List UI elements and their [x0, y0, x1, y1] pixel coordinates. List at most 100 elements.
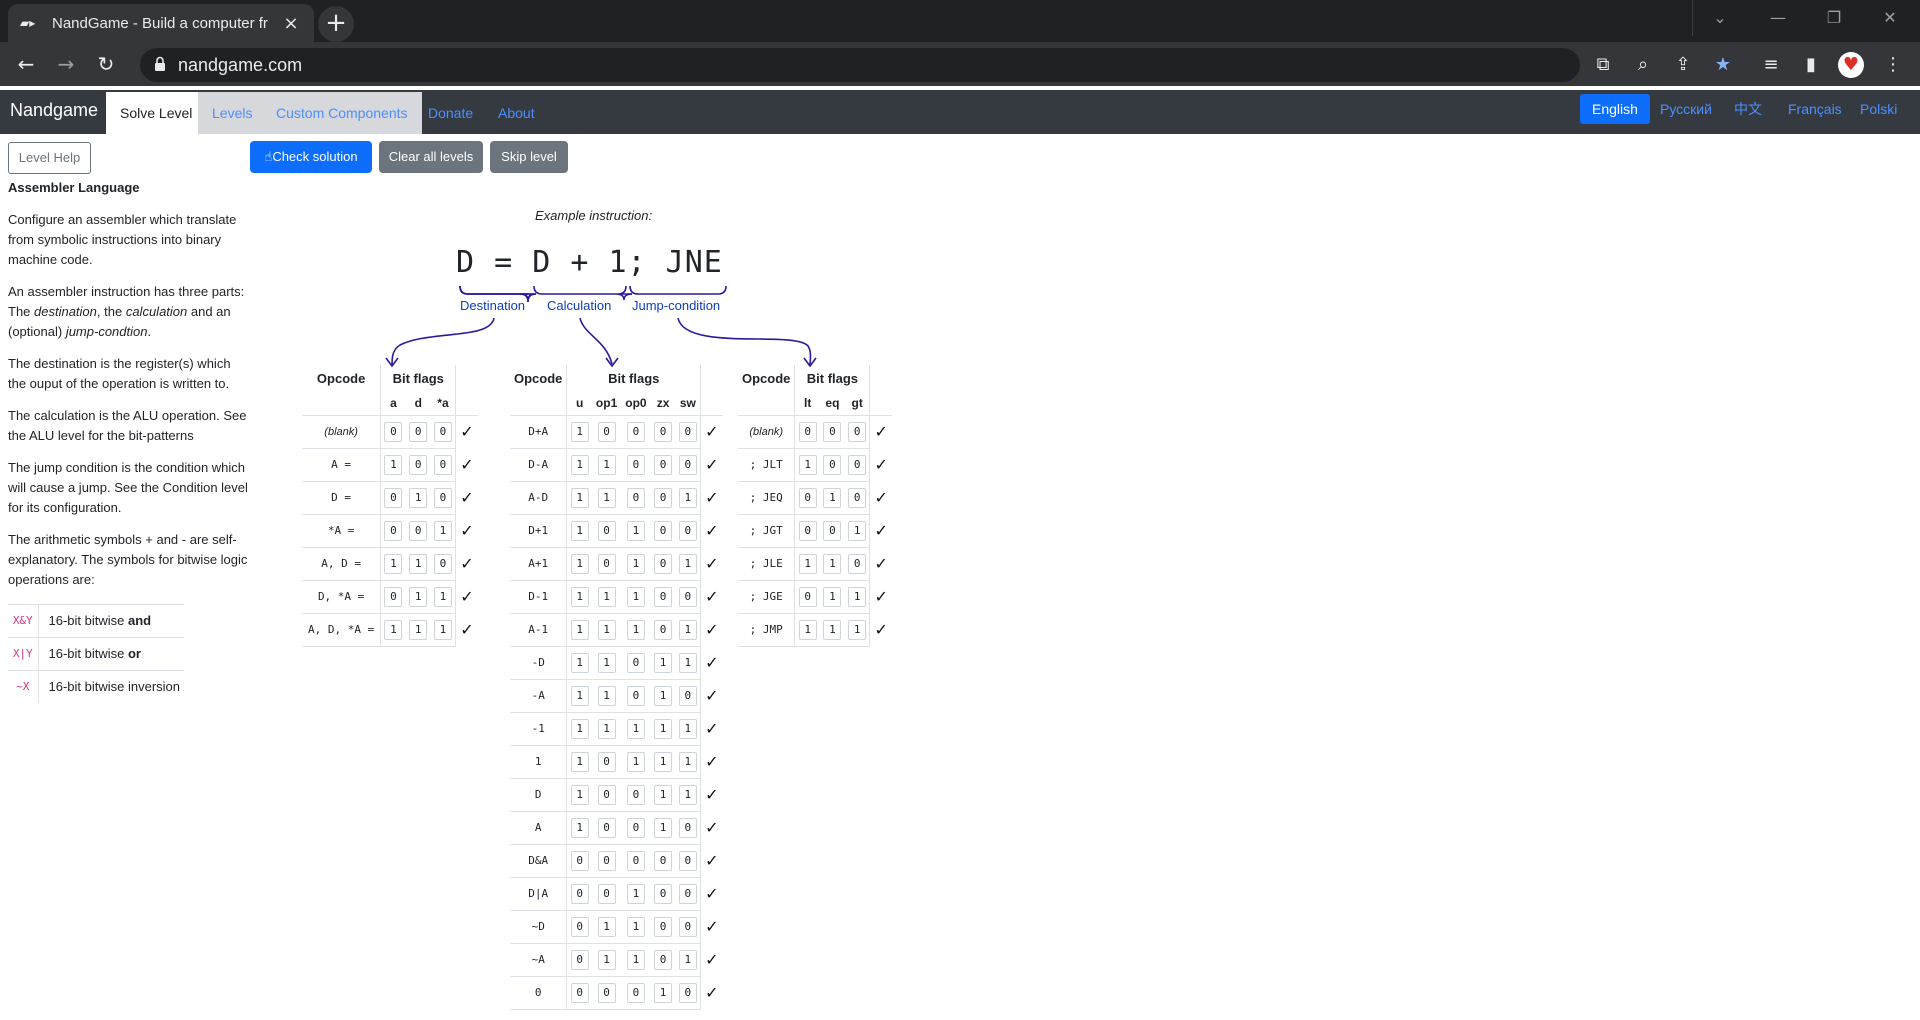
bit-input[interactable]: 1 [626, 619, 645, 640]
bit-input[interactable]: 0 [823, 520, 842, 541]
bit-input[interactable]: 0 [597, 817, 616, 838]
close-window-icon[interactable]: ✕ [1862, 0, 1918, 36]
bit-input[interactable]: 1 [597, 718, 616, 739]
bit-input[interactable]: 0 [798, 421, 817, 442]
bit-input[interactable]: 1 [848, 586, 867, 607]
nav-levels[interactable]: Levels [198, 92, 267, 134]
bit-input[interactable]: 1 [570, 421, 589, 442]
bit-input[interactable]: 1 [823, 619, 842, 640]
bit-input[interactable]: 1 [409, 619, 428, 640]
bit-input[interactable]: 0 [597, 850, 616, 871]
bit-input[interactable]: 1 [848, 520, 867, 541]
bit-input[interactable]: 1 [678, 487, 697, 508]
address-bar[interactable]: nandgame.com [140, 48, 1580, 82]
bit-input[interactable]: 0 [409, 520, 428, 541]
bit-input[interactable]: 0 [654, 949, 673, 970]
bit-input[interactable]: 0 [384, 520, 403, 541]
bit-input[interactable]: 0 [654, 421, 673, 442]
lang-french[interactable]: Français [1776, 94, 1854, 124]
share-icon[interactable]: ⇪ [1670, 52, 1696, 78]
nav-custom-components[interactable]: Custom Components [262, 92, 422, 134]
bit-input[interactable]: 0 [798, 487, 817, 508]
reading-list-icon[interactable]: ≡ [1758, 52, 1784, 78]
bit-input[interactable]: 1 [654, 817, 673, 838]
bit-input[interactable]: 0 [626, 982, 645, 1003]
bit-input[interactable]: 1 [570, 454, 589, 475]
bit-input[interactable]: 0 [654, 487, 673, 508]
bit-input[interactable]: 0 [597, 883, 616, 904]
bit-input[interactable]: 0 [626, 685, 645, 706]
bit-input[interactable]: 1 [678, 718, 697, 739]
bit-input[interactable]: 1 [433, 520, 452, 541]
bit-input[interactable]: 0 [384, 487, 403, 508]
browser-tab[interactable]: ▰▸ NandGame - Build a computer fr × [8, 4, 314, 42]
bit-input[interactable]: 0 [848, 553, 867, 574]
bit-input[interactable]: 1 [626, 949, 645, 970]
bit-input[interactable]: 0 [597, 982, 616, 1003]
bit-input[interactable]: 0 [823, 454, 842, 475]
bit-input[interactable]: 1 [678, 784, 697, 805]
bit-input[interactable]: 0 [597, 553, 616, 574]
bit-input[interactable]: 1 [626, 520, 645, 541]
bit-input[interactable]: 0 [798, 586, 817, 607]
bit-input[interactable]: 0 [654, 883, 673, 904]
bit-input[interactable]: 0 [848, 487, 867, 508]
bit-input[interactable]: 0 [654, 916, 673, 937]
bit-input[interactable]: 0 [626, 850, 645, 871]
bit-input[interactable]: 1 [626, 751, 645, 772]
bit-input[interactable]: 0 [384, 586, 403, 607]
bit-input[interactable]: 1 [570, 619, 589, 640]
bit-input[interactable]: 0 [409, 421, 428, 442]
clear-all-levels-button[interactable]: Clear all levels [379, 141, 483, 173]
tab-close-icon[interactable]: × [280, 13, 302, 34]
bit-input[interactable]: 0 [678, 817, 697, 838]
new-tab-button[interactable]: + [318, 6, 354, 42]
bit-input[interactable]: 1 [570, 784, 589, 805]
bit-input[interactable]: 1 [433, 619, 452, 640]
bit-input[interactable]: 0 [626, 784, 645, 805]
bit-input[interactable]: 1 [433, 586, 452, 607]
skip-level-button[interactable]: Skip level [490, 141, 568, 173]
bit-input[interactable]: 0 [654, 586, 673, 607]
bit-input[interactable]: 0 [654, 520, 673, 541]
bookmark-star-icon[interactable]: ★ [1710, 52, 1736, 78]
bit-input[interactable]: 1 [678, 751, 697, 772]
bit-input[interactable]: 0 [678, 685, 697, 706]
bit-input[interactable]: 1 [597, 916, 616, 937]
bit-input[interactable]: 0 [433, 487, 452, 508]
bit-input[interactable]: 0 [626, 652, 645, 673]
bit-input[interactable]: 0 [678, 883, 697, 904]
bit-input[interactable]: 1 [654, 652, 673, 673]
bit-input[interactable]: 0 [848, 454, 867, 475]
bit-input[interactable]: 1 [597, 619, 616, 640]
bit-input[interactable]: 0 [654, 454, 673, 475]
bit-input[interactable]: 1 [597, 454, 616, 475]
side-panel-icon[interactable]: ▮ [1798, 52, 1824, 78]
nav-solve-level[interactable]: Solve Level [106, 92, 207, 134]
back-icon[interactable]: ← [12, 50, 40, 78]
bit-input[interactable]: 1 [654, 982, 673, 1003]
forward-icon[interactable]: → [52, 50, 80, 78]
bit-input[interactable]: 1 [798, 553, 817, 574]
lang-chinese[interactable]: 中文 [1722, 94, 1774, 124]
bit-input[interactable]: 0 [678, 520, 697, 541]
bit-input[interactable]: 1 [597, 652, 616, 673]
bit-input[interactable]: 1 [570, 817, 589, 838]
bit-input[interactable]: 0 [678, 916, 697, 937]
bit-input[interactable]: 0 [678, 421, 697, 442]
bit-input[interactable]: 0 [570, 916, 589, 937]
lang-russian[interactable]: Русский [1648, 94, 1724, 124]
bit-input[interactable]: 0 [798, 520, 817, 541]
translate-icon[interactable]: ⧉ [1590, 52, 1616, 78]
lang-polish[interactable]: Polski [1848, 94, 1909, 124]
bit-input[interactable]: 0 [384, 421, 403, 442]
tab-search-icon[interactable]: ⌄ [1692, 0, 1748, 36]
bit-input[interactable]: 1 [823, 586, 842, 607]
bit-input[interactable]: 1 [384, 619, 403, 640]
bit-input[interactable]: 1 [678, 949, 697, 970]
bit-input[interactable]: 0 [433, 421, 452, 442]
bit-input[interactable]: 1 [409, 487, 428, 508]
check-solution-button[interactable]: ☝Check solution [250, 141, 372, 173]
bit-input[interactable]: 0 [570, 982, 589, 1003]
bit-input[interactable]: 0 [848, 421, 867, 442]
